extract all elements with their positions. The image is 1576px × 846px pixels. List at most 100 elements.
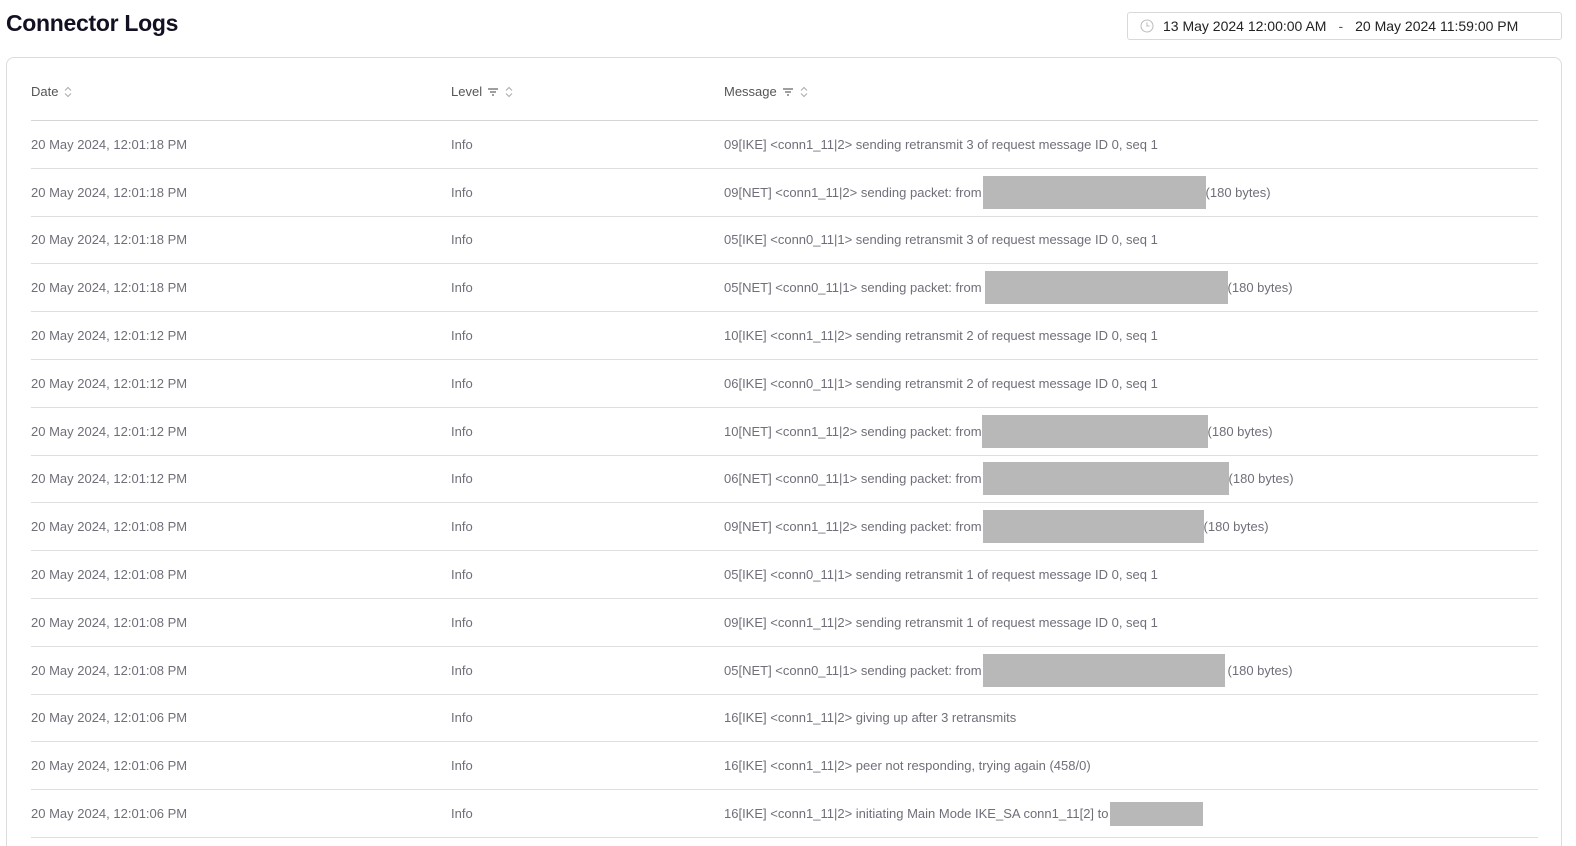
table-header: Date Level Message xyxy=(31,58,1538,121)
message-text: 10[IKE] <conn1_11|2> sending retransmit … xyxy=(724,328,1158,344)
cell-date: 20 May 2024, 12:01:06 PM xyxy=(31,806,188,822)
message-text: 06[NET] <conn0_11|1> sending packet: fro… xyxy=(724,471,982,487)
cell-message: 09[IKE] <conn1_11|2> sending retransmit … xyxy=(724,121,1158,168)
filter-icon[interactable] xyxy=(487,86,499,98)
cell-level: Info xyxy=(451,423,473,439)
page-title: Connector Logs xyxy=(6,10,179,36)
sort-icon[interactable] xyxy=(799,85,809,99)
column-header-date-label: Date xyxy=(31,84,59,99)
cell-level: Info xyxy=(451,375,473,391)
cell-level: Info xyxy=(451,567,473,583)
cell-date: 20 May 2024, 12:01:18 PM xyxy=(31,136,188,152)
table-row[interactable]: 20 May 2024, 12:01:12 PM Info 10[NET] <c… xyxy=(31,408,1538,456)
cell-level: Info xyxy=(451,232,473,248)
column-header-level[interactable]: Level xyxy=(451,84,514,99)
message-suffix: (180 bytes) xyxy=(1228,471,1294,487)
table-row[interactable]: 20 May 2024, 12:01:08 PM Info 05[NET] <c… xyxy=(31,647,1538,695)
cell-message: 05[IKE] <conn0_11|1> sending retransmit … xyxy=(724,217,1158,264)
sort-icon[interactable] xyxy=(504,85,514,99)
cell-level: Info xyxy=(451,136,473,152)
cell-level: Info xyxy=(451,471,473,487)
message-suffix: (180 bytes) xyxy=(1205,184,1271,200)
table-row[interactable]: 20 May 2024, 12:01:18 PM Info 05[IKE] <c… xyxy=(31,217,1538,265)
message-text: 09[IKE] <conn1_11|2> sending retransmit … xyxy=(724,614,1158,630)
column-header-level-label: Level xyxy=(451,84,483,99)
cell-message: 16[IKE] <conn1_11|2> giving up after 3 r… xyxy=(724,695,1016,742)
redacted-block xyxy=(1109,801,1203,826)
cell-level: Info xyxy=(451,758,473,774)
table-row[interactable]: 20 May 2024, 12:01:06 PM Info 16[IKE] <c… xyxy=(31,695,1538,743)
message-text: 05[NET] <conn0_11|1> sending packet: fro… xyxy=(724,662,982,678)
message-text: 10[NET] <conn1_11|2> sending packet: fro… xyxy=(724,423,982,439)
filter-icon[interactable] xyxy=(782,86,794,98)
cell-level: Info xyxy=(451,614,473,630)
cell-date: 20 May 2024, 12:01:06 PM xyxy=(31,710,188,726)
table-row[interactable]: 20 May 2024, 12:01:08 PM Info 09[IKE] <c… xyxy=(31,599,1538,647)
cell-message: 05[NET] <conn0_11|1> sending packet: fro… xyxy=(724,647,1293,694)
logs-table-card: Date Level Message 20 May 2024, 12:01:18… xyxy=(6,57,1562,846)
cell-date: 20 May 2024, 12:01:12 PM xyxy=(31,471,188,487)
cell-message: 16[IKE] <conn1_11|2> peer not responding… xyxy=(724,742,1091,789)
table-row[interactable]: 20 May 2024, 12:01:12 PM Info 10[IKE] <c… xyxy=(31,312,1538,360)
column-header-message[interactable]: Message xyxy=(724,84,809,99)
table-row[interactable]: 20 May 2024, 12:01:06 PM Info 16[IKE] <c… xyxy=(31,742,1538,791)
date-range-to[interactable]: 20 May 2024 11:59:00 PM xyxy=(1355,18,1518,34)
message-text: 05[NET] <conn0_11|1> sending packet: fro… xyxy=(724,280,982,296)
table-row[interactable]: 20 May 2024, 12:01:18 PM Info 09[IKE] <c… xyxy=(31,121,1538,169)
cell-message: 06[NET] <conn0_11|1> sending packet: fro… xyxy=(724,456,1294,503)
cell-level: Info xyxy=(451,328,473,344)
cell-message: 09[NET] <conn1_11|2> sending packet: fro… xyxy=(724,503,1269,550)
redacted-block xyxy=(982,510,1204,544)
column-header-date[interactable]: Date xyxy=(31,84,73,99)
table-row[interactable]: 20 May 2024, 12:01:12 PM Info 06[IKE] <c… xyxy=(31,360,1538,408)
message-text: 16[IKE] <conn1_11|2> initiating Main Mod… xyxy=(724,806,1109,822)
cell-message: 16[IKE] <conn1_11|2> initiating Main Mod… xyxy=(724,790,1203,837)
message-text: 16[IKE] <conn1_11|2> peer not responding… xyxy=(724,758,1091,774)
cell-date: 20 May 2024, 12:01:12 PM xyxy=(31,328,188,344)
table-row[interactable]: 20 May 2024, 12:01:08 PM Info 09[NET] <c… xyxy=(31,503,1538,552)
table-body: 20 May 2024, 12:01:18 PM Info 09[IKE] <c… xyxy=(31,121,1538,838)
cell-date: 20 May 2024, 12:01:08 PM xyxy=(31,614,188,630)
cell-message: 05[IKE] <conn0_11|1> sending retransmit … xyxy=(724,551,1158,598)
sort-icon[interactable] xyxy=(63,85,73,99)
message-text: 05[IKE] <conn0_11|1> sending retransmit … xyxy=(724,567,1158,583)
table-row[interactable]: 20 May 2024, 12:01:18 PM Info 05[NET] <c… xyxy=(31,264,1538,313)
clock-icon xyxy=(1140,19,1154,33)
cell-date: 20 May 2024, 12:01:18 PM xyxy=(31,184,188,200)
message-text: 09[NET] <conn1_11|2> sending packet: fro… xyxy=(724,184,982,200)
cell-date: 20 May 2024, 12:01:18 PM xyxy=(31,280,188,296)
table-row[interactable]: 20 May 2024, 12:01:12 PM Info 06[NET] <c… xyxy=(31,456,1538,504)
message-text: 05[IKE] <conn0_11|1> sending retransmit … xyxy=(724,232,1158,248)
page-header: Connector Logs 13 May 2024 12:00:00 AM -… xyxy=(0,0,1576,52)
redacted-block xyxy=(982,462,1229,496)
cell-level: Info xyxy=(451,806,473,822)
cell-message: 09[NET] <conn1_11|2> sending packet: fro… xyxy=(724,169,1271,216)
cell-date: 20 May 2024, 12:01:08 PM xyxy=(31,662,188,678)
message-suffix: (180 bytes) xyxy=(1227,662,1293,678)
table-row[interactable]: 20 May 2024, 12:01:08 PM Info 05[IKE] <c… xyxy=(31,551,1538,599)
table-row[interactable]: 20 May 2024, 12:01:06 PM Info 16[IKE] <c… xyxy=(31,790,1538,838)
cell-message: 10[NET] <conn1_11|2> sending packet: fro… xyxy=(724,408,1273,455)
message-suffix: (180 bytes) xyxy=(1207,423,1273,439)
message-text: 16[IKE] <conn1_11|2> giving up after 3 r… xyxy=(724,710,1017,726)
cell-message: 10[IKE] <conn1_11|2> sending retransmit … xyxy=(724,312,1158,359)
date-range-picker[interactable]: 13 May 2024 12:00:00 AM - 20 May 2024 11… xyxy=(1127,12,1562,40)
redacted-block xyxy=(981,414,1208,448)
table-row[interactable]: 20 May 2024, 12:01:18 PM Info 09[NET] <c… xyxy=(31,169,1538,217)
cell-date: 20 May 2024, 12:01:12 PM xyxy=(31,423,188,439)
message-text: 06[IKE] <conn0_11|1> sending retransmit … xyxy=(724,375,1158,391)
cell-date: 20 May 2024, 12:01:08 PM xyxy=(31,519,188,535)
cell-message: 05[NET] <conn0_11|1> sending packet: fro… xyxy=(724,264,1293,311)
cell-date: 20 May 2024, 12:01:06 PM xyxy=(31,758,188,774)
cell-level: Info xyxy=(451,280,473,296)
cell-date: 20 May 2024, 12:01:12 PM xyxy=(31,375,188,391)
cell-date: 20 May 2024, 12:01:18 PM xyxy=(31,232,188,248)
message-suffix: (180 bytes) xyxy=(1203,519,1269,535)
cell-date: 20 May 2024, 12:01:08 PM xyxy=(31,567,188,583)
message-text: 09[IKE] <conn1_11|2> sending retransmit … xyxy=(724,136,1158,152)
date-range-from[interactable]: 13 May 2024 12:00:00 AM xyxy=(1163,18,1326,34)
redacted-block xyxy=(982,653,1225,687)
cell-level: Info xyxy=(451,519,473,535)
cell-level: Info xyxy=(451,184,473,200)
message-text: 09[NET] <conn1_11|2> sending packet: fro… xyxy=(724,519,982,535)
